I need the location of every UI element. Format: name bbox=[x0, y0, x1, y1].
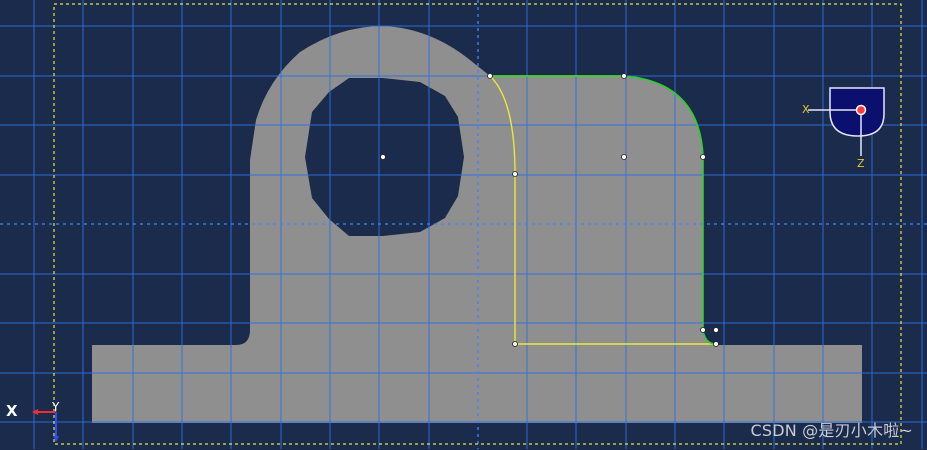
view-orientation-cube-icon[interactable]: X Z bbox=[800, 84, 890, 174]
triad-y-label: Y bbox=[52, 400, 59, 414]
hole-center-point[interactable] bbox=[381, 155, 386, 160]
vertex-point[interactable] bbox=[714, 342, 719, 347]
view-cube-x-label: X bbox=[802, 103, 810, 116]
vertex-point[interactable] bbox=[701, 328, 706, 333]
coordinate-triad-icon: X Y bbox=[2, 398, 72, 446]
vertex-point[interactable] bbox=[488, 74, 493, 79]
vertex-point[interactable] bbox=[622, 74, 627, 79]
sketch-viewport[interactable] bbox=[0, 0, 927, 449]
watermark-text: CSDN @是刃小木啦~ bbox=[750, 417, 913, 441]
vertex-point[interactable] bbox=[513, 172, 518, 177]
vertex-point[interactable] bbox=[714, 328, 719, 333]
triad-x-label: X bbox=[6, 402, 18, 420]
vertex-point[interactable] bbox=[701, 155, 706, 160]
vertex-point[interactable] bbox=[622, 155, 627, 160]
view-cube-z-label: Z bbox=[857, 157, 865, 170]
vertex-point[interactable] bbox=[513, 342, 518, 347]
